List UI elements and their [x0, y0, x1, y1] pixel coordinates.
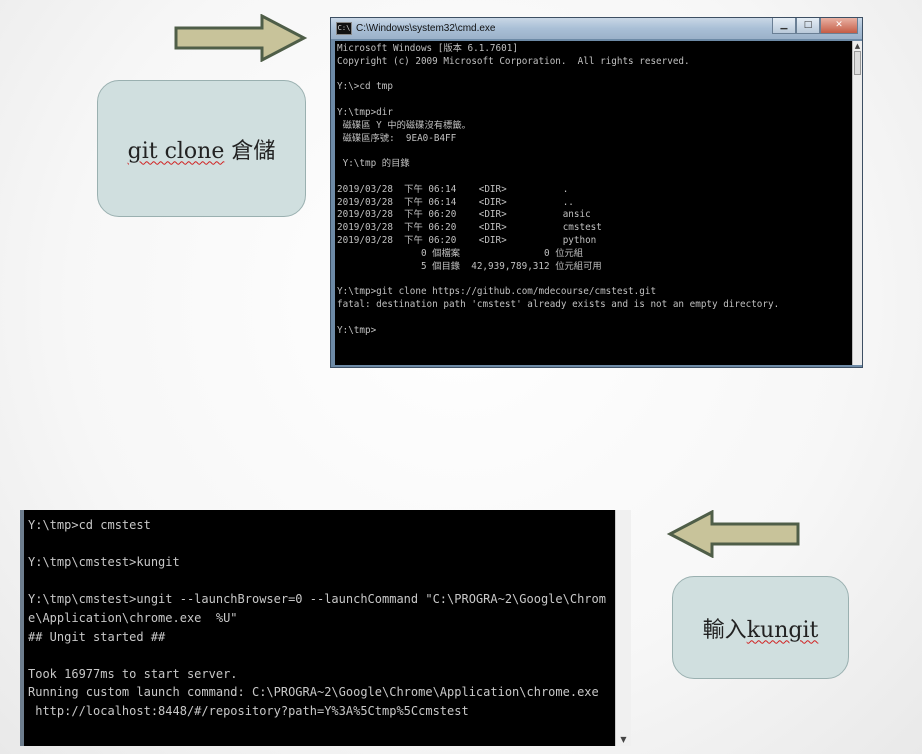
- console-line: Took 16977ms to start server.: [28, 666, 238, 681]
- console-line: 2019/03/28 下午 06:20 <DIR> ansic: [337, 209, 591, 221]
- console-line: ## Ungit started ##: [28, 629, 166, 644]
- console-line: Y:\tmp\cmstest>ungit --launchBrowser=0 -…: [28, 592, 606, 607]
- callout-kungit-suffix: kungit: [746, 617, 819, 643]
- console-line: 2019/03/28 下午 06:14 <DIR> .: [337, 183, 569, 195]
- callout-git-clone-suffix: 倉儲: [231, 138, 276, 164]
- console-line: Y:\tmp>git clone https://github.com/mdec…: [337, 286, 657, 298]
- console-line: Microsoft Windows [版本 6.1.7601]: [337, 43, 518, 54]
- window-titlebar[interactable]: C:\ C:\Windows\system32\cmd.exe ▁ □ ✕: [331, 18, 862, 39]
- console-output-bottom[interactable]: Y:\tmp>cd cmstest Y:\tmp\cmstest>kungit Y:…: [28, 516, 614, 721]
- console-line: Y:\>cd tmp: [337, 81, 393, 93]
- console-line: fatal: destination path 'cmstest' alread…: [337, 298, 780, 310]
- console-line: 2019/03/28 下午 06:14 <DIR> ..: [337, 196, 574, 208]
- scroll-down-arrow-icon[interactable]: ▼: [616, 735, 631, 744]
- callout-git-clone: git clone 倉儲: [97, 80, 306, 217]
- callout-kungit: 輸入kungit: [672, 576, 849, 679]
- console-output-top[interactable]: Microsoft Windows [版本 6.1.7601] Copyright…: [335, 41, 854, 365]
- console-line: Y:\tmp>dir: [337, 106, 393, 118]
- minimize-button[interactable]: ▁: [772, 18, 796, 34]
- scroll-up-arrow-icon[interactable]: ▲: [853, 41, 862, 51]
- console-line: Copyright (c) 2009 Microsoft Corporation…: [337, 55, 690, 67]
- cmd-app-icon: C:\: [336, 22, 352, 35]
- window-title: C:\Windows\system32\cmd.exe: [356, 23, 496, 34]
- scroll-thumb[interactable]: [854, 51, 861, 75]
- console-line: 2019/03/28 下午 06:20 <DIR> cmstest: [337, 222, 602, 234]
- console-line: 0 個檔案 0 位元組: [337, 247, 584, 259]
- console-line: http://localhost:8448/#/repository?path=…: [28, 703, 469, 718]
- maximize-button[interactable]: □: [796, 18, 820, 34]
- cmd-window: C:\ C:\Windows\system32\cmd.exe ▁ □ ✕ Mi…: [330, 17, 863, 368]
- console-line: Y:\tmp\cmstest>kungit: [28, 555, 180, 570]
- console-line: Y:\tmp 的目錄: [337, 158, 410, 170]
- console-line: Y:\tmp>cd cmstest: [28, 518, 151, 532]
- callout-git-clone-prefix: git clone: [127, 138, 225, 164]
- console-line: e\Application\chrome.exe %U": [28, 610, 238, 625]
- callout-kungit-prefix: 輸入: [702, 617, 747, 643]
- arrow-left-icon: [666, 510, 800, 558]
- scrollbar-bottom[interactable]: ▼: [615, 510, 631, 746]
- console-line: 磁碟區 Y 中的磁碟沒有標籤。: [337, 119, 471, 131]
- close-button[interactable]: ✕: [820, 18, 858, 34]
- arrow-right-icon: [174, 14, 308, 62]
- console-line: 2019/03/28 下午 06:20 <DIR> python: [337, 234, 597, 246]
- console-line: Running custom launch command: C:\PROGRA…: [28, 685, 599, 700]
- console-line: 磁碟區序號: 9EA0-B4FF: [337, 132, 457, 144]
- console-line: Y:\tmp>: [337, 324, 377, 336]
- scrollbar-top[interactable]: ▲: [852, 41, 862, 365]
- cmd-window-bottom: Y:\tmp>cd cmstest Y:\tmp\cmstest>kungit Y:…: [20, 510, 631, 746]
- console-line: 5 個目錄 42,939,789,312 位元組可用: [337, 260, 602, 272]
